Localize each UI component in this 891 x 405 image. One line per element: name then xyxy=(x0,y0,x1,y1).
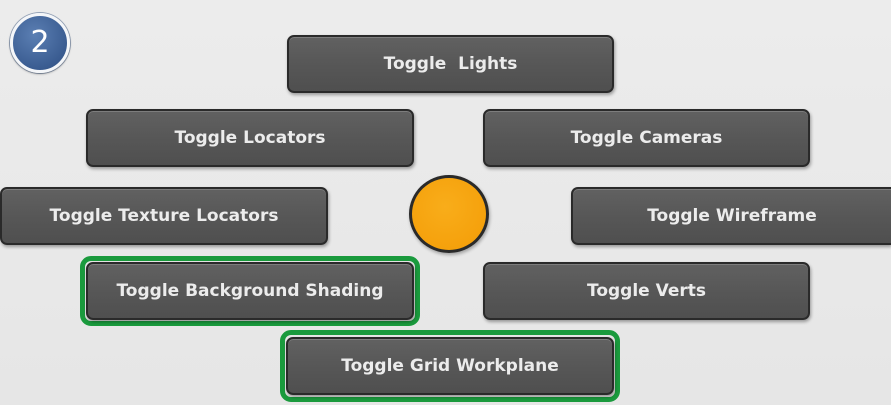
step-number-badge: 2 xyxy=(10,13,70,73)
toggle-locators-button[interactable]: Toggle Locators xyxy=(86,109,414,167)
toggle-wireframe-button[interactable]: Toggle Wireframe xyxy=(571,187,891,245)
toggle-background-shading-label: Toggle Background Shading xyxy=(116,281,384,301)
toggle-lights-label: Toggle Lights xyxy=(383,54,518,74)
toggle-locators-label: Toggle Locators xyxy=(174,128,326,148)
toggle-texture-locators-button[interactable]: Toggle Texture Locators xyxy=(0,187,328,245)
marking-menu-center-marker xyxy=(409,175,489,253)
toggle-wireframe-label: Toggle Wireframe xyxy=(647,206,817,226)
toggle-texture-locators-label: Toggle Texture Locators xyxy=(49,206,279,226)
toggle-grid-workplane-button[interactable]: Toggle Grid Workplane xyxy=(286,337,614,395)
toggle-grid-workplane-label: Toggle Grid Workplane xyxy=(341,356,559,376)
toggle-verts-button[interactable]: Toggle Verts xyxy=(483,262,810,320)
toggle-cameras-button[interactable]: Toggle Cameras xyxy=(483,109,810,167)
toggle-background-shading-button[interactable]: Toggle Background Shading xyxy=(86,262,414,320)
toggle-verts-label: Toggle Verts xyxy=(586,281,707,301)
viewport-background: 2 Toggle Lights Toggle Locators Toggle C… xyxy=(0,0,891,405)
step-number: 2 xyxy=(30,25,50,60)
toggle-lights-button[interactable]: Toggle Lights xyxy=(287,35,614,93)
toggle-cameras-label: Toggle Cameras xyxy=(570,128,723,148)
